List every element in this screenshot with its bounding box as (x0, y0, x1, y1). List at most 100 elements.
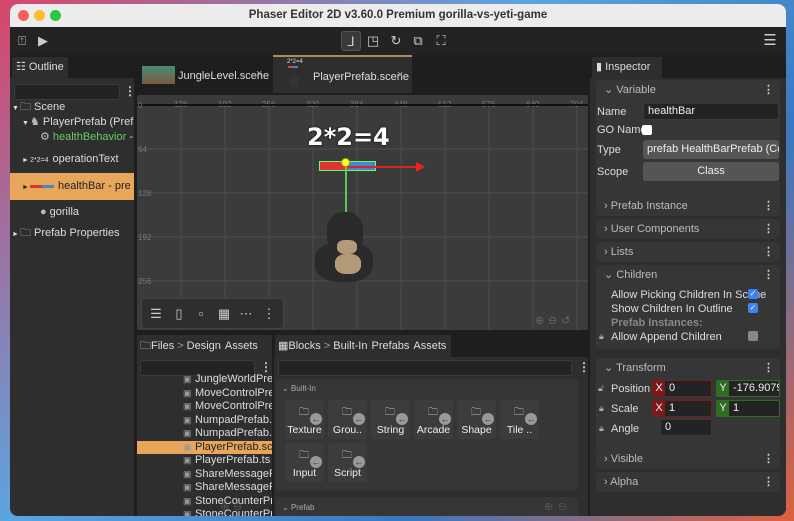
tab-design[interactable]: Design (187, 340, 221, 352)
user-components-section[interactable]: › User Components ⋮ (596, 219, 780, 239)
allow-picking-checkbox[interactable]: ✓ (748, 289, 758, 299)
tab-outline[interactable]: ☷ Outline (12, 57, 68, 78)
menu-icon[interactable]: ☰ (760, 31, 780, 51)
translate-tool-icon[interactable]: ⅃ (341, 31, 361, 51)
close-tab-icon[interactable]: × (397, 69, 403, 81)
tab-built-in[interactable]: Built-In (333, 340, 367, 352)
section-menu-icon[interactable]: ⋮ (763, 196, 774, 216)
origin-tool-icon[interactable]: ⧉ (408, 31, 428, 51)
file-item[interactable]: ▣ ShareMessagePr (137, 468, 272, 482)
outline-item[interactable]: ►2*2=4 operationText (10, 145, 134, 173)
expand-arrow-icon[interactable]: ▼ (12, 101, 20, 115)
type-button[interactable]: prefab HealthBarPrefab (Co... (643, 140, 779, 159)
visible-section[interactable]: › Visible ⋮ (596, 449, 780, 469)
blocks-search-input[interactable] (278, 360, 572, 376)
angle-input[interactable]: 0 (660, 419, 712, 436)
allow-append-checkbox[interactable] (748, 331, 758, 341)
file-item[interactable]: ▣ PlayerPrefab.ts (137, 454, 272, 468)
expand-arrow-icon[interactable]: ► (22, 174, 30, 200)
scale-tool-icon[interactable]: ◳ (363, 31, 383, 51)
outline-menu-icon[interactable]: ⋮ (124, 84, 136, 98)
section-header[interactable]: ⌄ Built-In (282, 384, 316, 393)
zoom-out-icon[interactable]: ⊖ (558, 500, 567, 513)
block-item[interactable]: 🗀 ← Arcade (414, 400, 453, 439)
files-menu-icon[interactable]: ⋮ (260, 360, 272, 374)
x-axis-handle[interactable] (346, 166, 419, 168)
tab-inspector[interactable]: ▮ Inspector (592, 57, 662, 78)
align-icon[interactable]: ☰ (146, 304, 166, 324)
more-horizontal-icon[interactable]: ⋯ (236, 304, 256, 324)
reset-zoom-icon[interactable]: ↺ (561, 314, 570, 327)
rotate-tool-icon[interactable]: ↻ (386, 31, 406, 51)
file-item[interactable]: ▣NumpadPrefab.sc (137, 414, 272, 428)
outline-item[interactable]: ► healthBar - pre (10, 173, 134, 200)
zoom-out-icon[interactable]: ⊖ (233, 500, 242, 513)
more-vertical-icon[interactable]: ⋮ (259, 304, 279, 324)
prefab-instance-section[interactable]: › Prefab Instance ⋮ (596, 196, 780, 216)
block-item[interactable]: 🗀 ← Texture (285, 400, 324, 439)
tab-prefabs[interactable]: Prefabs (372, 340, 410, 352)
section-menu-icon[interactable]: ⋮ (763, 265, 774, 285)
zoom-in-icon[interactable]: ⊕ (544, 500, 553, 513)
block-item[interactable]: 🗀 ← Tile .. (500, 400, 539, 439)
file-item[interactable]: ▣ PlayerPrefab.sce (137, 440, 272, 454)
position-x-input[interactable]: X0 (652, 380, 712, 397)
scale-x-input[interactable]: X1 (652, 400, 712, 417)
section-menu-icon[interactable]: ⋮ (763, 242, 774, 262)
resize-tool-icon[interactable]: ⛶ (431, 31, 451, 51)
lock-icon[interactable]: 🔒︎ (599, 403, 604, 414)
outline-item[interactable]: ● gorilla (10, 200, 134, 224)
go-name-checkbox[interactable] (642, 125, 652, 135)
file-item[interactable]: ▣MoveControlPrefa (137, 400, 272, 414)
children-header[interactable]: ⌄ Children ⋮ (596, 265, 780, 285)
section-menu-icon[interactable]: ⋮ (763, 219, 774, 239)
lock-icon[interactable]: 🔒︎ (599, 331, 604, 342)
close-window-button[interactable] (18, 10, 29, 21)
section-menu-icon[interactable]: ⋮ (763, 358, 774, 378)
outline-search-input[interactable] (14, 84, 120, 100)
close-tab-icon[interactable]: × (256, 68, 262, 80)
origin-box-icon[interactable]: ▫ (191, 304, 211, 324)
gorilla-sprite[interactable] (315, 212, 377, 290)
section-menu-icon[interactable]: ⋮ (763, 472, 774, 492)
position-y-input[interactable]: Y -176.90791 (716, 380, 780, 397)
tab-files[interactable]: 🗀Files > Design Assets (137, 335, 272, 357)
file-item[interactable]: ▣ ShareMessagePr (137, 481, 272, 495)
scene-canvas[interactable]: 1281922563203844485125766407040641281922… (137, 95, 588, 330)
tab-jungle-level[interactable]: JungleLevel.scene × (137, 55, 272, 93)
tab-blocks-label[interactable]: Blocks (288, 340, 320, 352)
outline-item[interactable]: ►🗀 Prefab Properties (10, 224, 134, 242)
tab-assets[interactable]: Assets (225, 340, 258, 352)
zoom-in-icon[interactable]: ⊕ (220, 500, 229, 513)
expand-arrow-icon[interactable]: ▼ (22, 116, 30, 130)
section-menu-icon[interactable]: ⋮ (763, 449, 774, 469)
scale-y-input[interactable]: Y1 (716, 400, 780, 417)
block-item[interactable]: 🗀 ← Shape (457, 400, 496, 439)
file-item[interactable]: ▣MoveControlPrefa (137, 387, 272, 401)
tab-player-prefab[interactable]: 2*2=4 PlayerPrefab.scene × (273, 55, 412, 93)
transform-header[interactable]: ⌄ Transform ⋮ (596, 358, 780, 378)
expand-arrow-icon[interactable]: ► (12, 226, 20, 242)
unlock-icon[interactable]: 🔓︎ (598, 383, 604, 394)
file-item[interactable]: ▣ StoneCounterPre (137, 495, 272, 509)
open-project-icon[interactable]: ⍐ (12, 31, 32, 51)
lock-icon[interactable]: 🔒︎ (599, 423, 604, 434)
outline-item[interactable]: ⚙healthBehavior - p (10, 130, 134, 145)
tab-assets[interactable]: Assets (413, 340, 446, 352)
x-arrow-icon[interactable] (416, 162, 425, 172)
maximize-window-button[interactable] (50, 10, 61, 21)
block-item[interactable]: 🗀 ← Script (328, 443, 367, 482)
name-input[interactable]: healthBar (643, 103, 779, 120)
variable-header[interactable]: ⌄ Variable ⋮ (596, 80, 780, 100)
play-icon[interactable]: ▶ (33, 31, 53, 51)
show-children-checkbox[interactable]: ✓ (748, 303, 758, 313)
operation-text-object[interactable]: 2*2=4 (307, 123, 390, 151)
minimize-window-button[interactable] (34, 10, 45, 21)
block-item[interactable]: 🗀 ← Grou.. (328, 400, 367, 439)
zoom-out-icon[interactable]: ⊖ (548, 314, 557, 327)
section-menu-icon[interactable]: ⋮ (763, 80, 774, 100)
blocks-menu-icon[interactable]: ⋮ (578, 360, 588, 374)
grid-icon[interactable]: ▦ (214, 304, 234, 324)
file-item[interactable]: ▣JungleWorldPrefa (137, 373, 272, 387)
tab-files-label[interactable]: Files (151, 340, 174, 352)
